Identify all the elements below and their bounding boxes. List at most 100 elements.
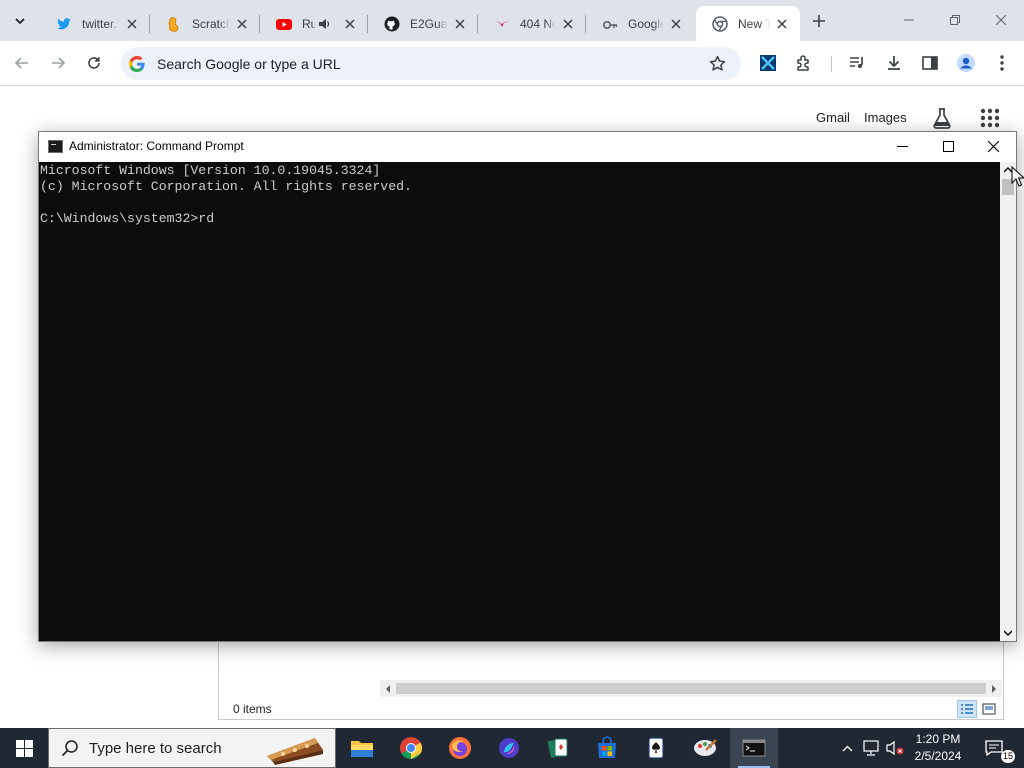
tab-youtube[interactable]: Rum <box>260 6 368 41</box>
scrollbar-thumb[interactable] <box>396 683 986 694</box>
tab-title: Scratch <box>192 16 230 31</box>
taskbar-copilot[interactable] <box>485 728 533 768</box>
bookmark-star-icon[interactable] <box>707 54 727 74</box>
vertical-scrollbar[interactable] <box>1000 162 1016 641</box>
profile-avatar-icon <box>957 54 975 72</box>
command-prompt-icon <box>742 739 766 757</box>
forward-arrow-icon <box>52 57 66 69</box>
taskbar-search-placeholder: Type here to search <box>89 739 222 757</box>
speaker-icon[interactable] <box>316 16 332 32</box>
close-icon[interactable] <box>560 16 576 32</box>
show-hidden-icons-button[interactable] <box>838 728 856 768</box>
mouse-pointer-icon <box>1011 166 1024 187</box>
maximize-button[interactable] <box>925 132 971 161</box>
tab-new-tab[interactable]: New Ta <box>696 6 800 41</box>
close-icon <box>996 15 1006 25</box>
console-output[interactable]: Microsoft Windows [Version 10.0.19045.33… <box>39 162 1000 641</box>
close-window-button[interactable] <box>978 0 1024 40</box>
scroll-left-button[interactable] <box>382 681 394 696</box>
firefox-icon <box>449 737 471 759</box>
start-button[interactable] <box>0 728 48 768</box>
tab-title: 404 No <box>520 16 556 31</box>
extension-blue-icon <box>760 55 776 71</box>
minimize-button[interactable] <box>886 0 932 40</box>
tab-search-button[interactable] <box>8 9 32 33</box>
tab-twitter[interactable]: twitter. <box>40 6 150 41</box>
downloads-button[interactable] <box>880 49 908 77</box>
reload-icon <box>88 57 100 69</box>
taskbar-clock[interactable]: 1:20 PM 2/5/2024 <box>900 731 976 765</box>
back-arrow-icon <box>14 57 28 69</box>
extensions-button[interactable] <box>790 49 818 77</box>
taskbar-solitaire[interactable] <box>632 728 680 768</box>
address-bar-placeholder: Search Google or type a URL <box>157 55 341 72</box>
plus-icon <box>813 15 825 27</box>
puzzle-icon <box>797 55 809 71</box>
chrome-menu-button[interactable] <box>988 49 1016 77</box>
google-lens-icon <box>602 16 618 32</box>
tab-title: E2Guard <box>410 16 448 31</box>
large-icons-view-icon <box>982 703 996 715</box>
profile-button[interactable] <box>952 49 980 77</box>
command-prompt-icon <box>48 140 63 153</box>
download-icon <box>888 56 900 70</box>
taskbar-microsoft-store[interactable] <box>583 728 631 768</box>
maximize-icon <box>942 141 954 152</box>
close-icon <box>987 141 999 152</box>
close-button[interactable] <box>970 132 1016 161</box>
tab-github[interactable]: E2Guard <box>368 6 478 41</box>
taskbar-firefox[interactable] <box>436 728 484 768</box>
clock-time: 1:20 PM <box>915 732 961 746</box>
taskbar-chrome[interactable] <box>387 728 435 768</box>
large-icons-view-button[interactable] <box>980 700 998 718</box>
minimize-icon <box>904 19 914 21</box>
chevron-up-icon <box>842 745 852 751</box>
details-view-button[interactable] <box>957 700 977 718</box>
copilot-icon <box>499 738 519 758</box>
tab-scratch[interactable]: Scratch <box>150 6 260 41</box>
back-button[interactable] <box>8 49 36 77</box>
taskbar-solitaire-cards[interactable] <box>534 728 582 768</box>
close-icon[interactable] <box>342 16 358 32</box>
taskbar-paint[interactable] <box>681 728 729 768</box>
close-icon[interactable] <box>124 16 140 32</box>
minimize-button[interactable] <box>879 132 925 161</box>
taskbar-file-explorer[interactable] <box>338 728 386 768</box>
scroll-right-button[interactable] <box>988 681 1000 696</box>
media-control-button[interactable] <box>843 49 871 77</box>
tab-title: Rum <box>302 16 316 31</box>
tab-strip: twitter. Scratch Rum E2Guard 404 No Goog… <box>0 0 1024 41</box>
more-vert-icon <box>1000 55 1004 71</box>
close-icon[interactable] <box>234 16 250 32</box>
images-link[interactable]: Images <box>864 110 907 125</box>
side-panel-button[interactable] <box>916 49 944 77</box>
extension-button[interactable] <box>754 49 782 77</box>
notification-center-button[interactable] <box>982 728 1006 768</box>
reload-button[interactable] <box>80 49 108 77</box>
new-tab-button[interactable] <box>807 9 831 33</box>
gmail-link[interactable]: Gmail <box>816 110 850 125</box>
network-button[interactable] <box>860 728 882 768</box>
address-bar[interactable]: Search Google or type a URL <box>121 47 741 80</box>
window-title: Administrator: Command Prompt <box>69 139 244 153</box>
item-count-status: 0 items <box>233 702 272 716</box>
forward-button[interactable] <box>44 49 72 77</box>
restore-icon <box>950 15 960 25</box>
tab-google[interactable]: Google <box>586 6 694 41</box>
console-prompt-line[interactable]: C:\Windows\system32>rd <box>40 211 214 226</box>
window-titlebar[interactable]: Administrator: Command Prompt <box>39 132 1016 162</box>
chrome-labs-flask-icon[interactable] <box>931 107 953 129</box>
tab-404[interactable]: 404 No <box>478 6 586 41</box>
command-prompt-window[interactable]: Administrator: Command Prompt Microsoft … <box>38 131 1017 642</box>
spade-card-icon <box>648 737 664 759</box>
taskbar-search-box[interactable]: Type here to search <box>48 728 336 768</box>
chevron-left-icon <box>386 684 390 693</box>
scroll-down-button[interactable] <box>1000 625 1016 641</box>
restore-button[interactable] <box>932 0 978 40</box>
chrome-icon <box>400 737 422 759</box>
google-apps-grid-icon[interactable] <box>979 107 1001 129</box>
taskbar-command-prompt[interactable] <box>730 728 778 768</box>
close-icon[interactable] <box>668 16 684 32</box>
close-icon[interactable] <box>452 16 468 32</box>
close-icon[interactable] <box>774 16 790 32</box>
